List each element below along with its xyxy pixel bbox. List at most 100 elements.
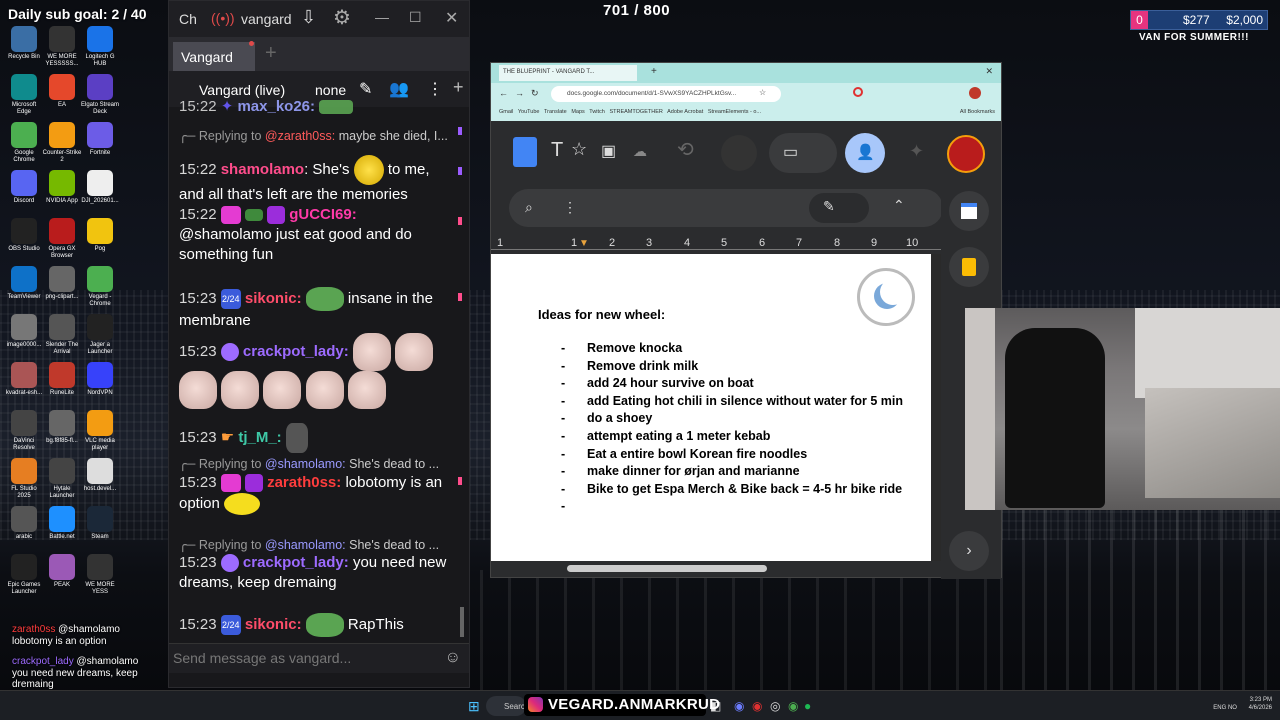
opera-extension-icon[interactable]: [853, 87, 863, 97]
download-icon[interactable]: ⇩: [301, 7, 316, 28]
chat-scrollbar[interactable]: [458, 97, 466, 637]
desktop-icon[interactable]: FL Studio 2025: [4, 458, 44, 500]
add-split-icon[interactable]: +: [453, 77, 464, 98]
reply-context[interactable]: ╭─ Replying to @zarath0ss: maybe she die…: [179, 126, 457, 146]
all-bookmarks[interactable]: All Bookmarks: [960, 109, 995, 115]
desktop-icon[interactable]: EA: [42, 74, 82, 109]
chat-input[interactable]: Send message as vangard... ☺: [169, 643, 469, 673]
maximize-icon[interactable]: ☐: [409, 9, 422, 26]
search-icon[interactable]: ⌕: [525, 199, 533, 216]
system-tray[interactable]: ENG NO 3:23 PM 4/6/2026: [1213, 696, 1272, 712]
desktop-icon[interactable]: Pog: [80, 218, 120, 253]
desktop-icon[interactable]: TeamViewer: [4, 266, 44, 301]
list-item[interactable]: Eat a entire bowl Korean fire noodles: [561, 446, 903, 464]
list-item[interactable]: do a shoey: [561, 410, 903, 428]
bookmark-maps[interactable]: Maps: [571, 109, 584, 115]
language-indicator[interactable]: ENG NO: [1213, 704, 1237, 712]
desktop-icon[interactable]: DaVinci Resolve: [4, 410, 44, 452]
desktop-icon[interactable]: Hytale Launcher: [42, 458, 82, 500]
bookmark-gmail[interactable]: Gmail: [499, 109, 513, 115]
account-avatar[interactable]: [947, 135, 985, 173]
windows-start-icon[interactable]: ⊞: [468, 698, 480, 715]
tab-vangard[interactable]: Vangard: [173, 42, 255, 71]
obs-taskbar-icon[interactable]: ◎: [770, 699, 780, 713]
collapse-toolbar-icon[interactable]: ⌃: [893, 197, 905, 214]
settings-gear-icon[interactable]: ⚙: [333, 5, 351, 30]
close-icon[interactable]: ✕: [445, 8, 458, 28]
spotify-taskbar-icon[interactable]: ●: [804, 699, 811, 713]
bookmark-twitch[interactable]: Twitch: [589, 109, 605, 115]
chrome-window[interactable]: THE BLUEPRINT - VANGARD T... + ✕ ← → ↻ d…: [490, 62, 1002, 579]
text-format-icon[interactable]: T: [551, 139, 563, 162]
star-icon[interactable]: ☆: [571, 139, 587, 160]
desktop-icon[interactable]: arabic: [4, 506, 44, 541]
share-button[interactable]: 👤: [845, 133, 885, 173]
desktop-icon[interactable]: OBS Studio: [4, 218, 44, 253]
editing-mode-button[interactable]: ✎: [809, 193, 869, 223]
reload-icon[interactable]: ↻: [531, 88, 539, 99]
desktop-icon[interactable]: Discord: [4, 170, 44, 205]
desktop-icon[interactable]: Jager a Launcher: [80, 314, 120, 356]
desktop-icon[interactable]: Counter-Strike 2: [42, 122, 82, 164]
bookmark-streamelements[interactable]: StreamElements - o...: [708, 109, 761, 115]
history-icon[interactable]: ⟲: [677, 137, 694, 162]
channel-title[interactable]: Vangard (live): [199, 82, 285, 98]
list-item[interactable]: add Eating hot chili in silence without …: [561, 393, 903, 411]
desktop-icon[interactable]: NordVPN: [80, 362, 120, 397]
desktop-icon[interactable]: Microsoft Edge: [4, 74, 44, 116]
more-icon[interactable]: ⋮: [563, 199, 577, 216]
add-tab-icon[interactable]: +: [265, 42, 277, 65]
pencil-icon[interactable]: ✎: [359, 79, 372, 99]
desktop-icon[interactable]: bg.f8f85-fl...: [42, 410, 82, 445]
more-menu-icon[interactable]: ⋮: [427, 79, 443, 99]
desktop-icon[interactable]: host.devel...: [80, 458, 120, 493]
chat-messages[interactable]: 15:22 ✦ max_ko26: ╭─ Replying to @zarath…: [169, 97, 457, 637]
expand-panel-icon[interactable]: ›: [949, 531, 989, 571]
chatterino-window[interactable]: Ch ((•)) vangard ⇩ ⚙ — ☐ ✕ Vangard + Van…: [168, 0, 470, 688]
docs-logo-icon[interactable]: [513, 137, 537, 167]
emoji-icon[interactable]: ☺: [445, 649, 461, 667]
bookmark-translate[interactable]: Translate: [544, 109, 567, 115]
desktop-icon[interactable]: RuneLite: [42, 362, 82, 397]
document-page[interactable]: Ideas for new wheel: Remove knocka Remov…: [491, 254, 931, 561]
list-item[interactable]: Bike to get Espa Merch & Bike back = 4-5…: [561, 481, 903, 499]
list-item[interactable]: add 24 hour survive on boat: [561, 375, 903, 393]
profile-avatar[interactable]: [969, 87, 981, 99]
desktop-icon[interactable]: WE MORE YESSSSS...: [42, 26, 82, 68]
list-item[interactable]: make dinner for ørjan and marianne: [561, 463, 903, 481]
desktop-icon[interactable]: Elgato Stream Deck: [80, 74, 120, 116]
calendar-icon[interactable]: [949, 191, 989, 231]
desktop-icon[interactable]: WE MORE YESS: [80, 554, 120, 596]
desktop-icon[interactable]: kvadrat-esh...: [4, 362, 44, 397]
desktop-icon[interactable]: Epic Games Launcher: [4, 554, 44, 596]
desktop-icon[interactable]: Slender The Arrival: [42, 314, 82, 356]
desktop-icon[interactable]: Steam: [80, 506, 120, 541]
reply-context[interactable]: ╭─ Replying to @shamolamo: She's dead to…: [179, 454, 457, 474]
discord-taskbar-icon[interactable]: ◉: [734, 699, 744, 713]
horizontal-scrollbar[interactable]: [491, 561, 941, 577]
bookmark-adobe[interactable]: Adobe Acrobat: [667, 109, 703, 115]
desktop-icon[interactable]: Recycle Bin: [4, 26, 44, 61]
chrome-taskbar-icon[interactable]: ◉: [788, 699, 798, 713]
desktop-icon[interactable]: Fortnite: [80, 122, 120, 157]
reply-context[interactable]: ╭─ Replying to @shamolamo: She's dead to…: [179, 535, 457, 555]
chat-account[interactable]: vangard: [241, 11, 292, 27]
comments-button[interactable]: [721, 135, 757, 171]
bookmark-star-icon[interactable]: ☆: [759, 88, 766, 97]
back-icon[interactable]: ←: [499, 88, 508, 98]
users-icon[interactable]: 👥: [389, 79, 409, 99]
new-tab-icon[interactable]: +: [651, 66, 657, 77]
desktop-icon[interactable]: Google Chrome: [4, 122, 44, 164]
bookmark-streamtogether[interactable]: STREAMTOGETHER: [609, 109, 662, 115]
window-close-icon[interactable]: ✕: [985, 66, 993, 77]
desktop-icon[interactable]: Battle.net: [42, 506, 82, 541]
desktop-icon[interactable]: VLC media player: [80, 410, 120, 452]
desktop-icon[interactable]: NVIDIA App: [42, 170, 82, 205]
desktop-icon[interactable]: PEAK: [42, 554, 82, 589]
list-item[interactable]: attempt eating a 1 meter kebab: [561, 428, 903, 446]
gemini-icon[interactable]: ✦: [909, 141, 924, 162]
keep-icon[interactable]: [949, 247, 989, 287]
desktop-icon[interactable]: image0000...: [4, 314, 44, 349]
desktop-icon[interactable]: Vegard - Chrome: [80, 266, 120, 308]
forward-icon[interactable]: →: [515, 88, 524, 98]
